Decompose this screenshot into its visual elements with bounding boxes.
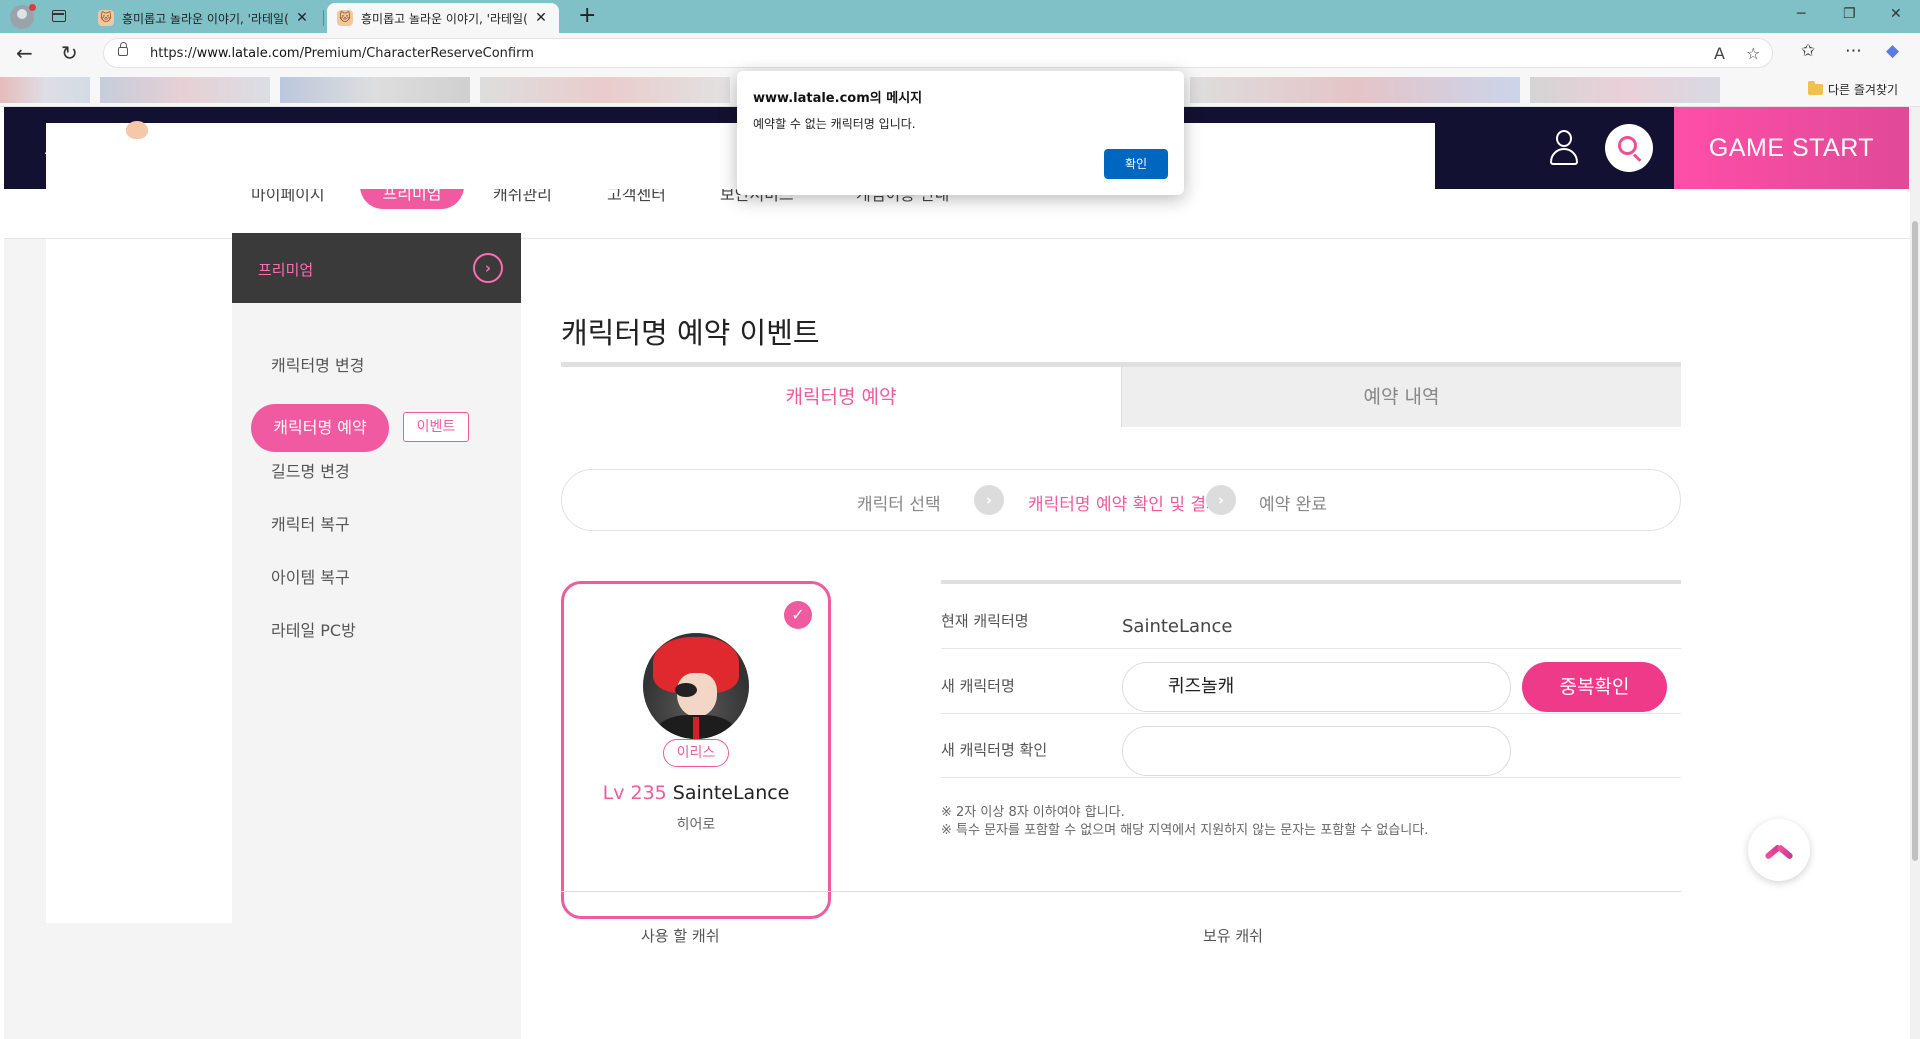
alert-dialog: www.latale.com의 메시지 예약할 수 없는 캐릭터명 입니다. 확… <box>737 71 1184 195</box>
note-length: ※ 2자 이상 8자 이하여야 합니다. <box>941 805 1125 820</box>
lock-icon[interactable] <box>118 42 128 56</box>
own-cash-label: 보유 캐쉬 <box>1203 927 1263 945</box>
tab-separator <box>323 10 324 26</box>
user-icon[interactable] <box>1547 129 1581 167</box>
vertical-tabs-icon[interactable] <box>52 10 66 22</box>
new-name-label: 새 캐릭터명 <box>941 677 1015 695</box>
cat-mascot-icon <box>126 121 148 139</box>
lnb-item-pc-bang[interactable]: 라테일 PC방 <box>271 617 356 641</box>
tab-title: 흥미롭고 놀라운 이야기, '라테일( <box>122 11 289 26</box>
page-viewport: LaTale ONLINE 정보 업데이트 GAME START 마이페이지 프… <box>0 107 1920 1039</box>
blurred-bookmarks <box>100 77 270 103</box>
favorites-icon[interactable]: ✩ <box>1801 41 1815 61</box>
tab-favicon-icon: 🐱 <box>98 10 114 26</box>
row-divider <box>941 713 1681 714</box>
lnb-item-item-restore[interactable]: 아이템 복구 <box>271 564 350 588</box>
tab-reserve[interactable]: 캐릭터명 예약 <box>561 367 1121 427</box>
sub-navigation: 마이페이지 프리미엄 캐쉬관리 고객센터 보안서비스 게임이용 안내 <box>4 189 1910 239</box>
restore-icon[interactable]: ❐ <box>1843 6 1856 22</box>
gnb-update[interactable]: 업데이트 <box>582 135 656 164</box>
subnav-support[interactable]: 고객센터 <box>607 189 666 205</box>
folder-label: 다른 즐겨찾기 <box>1828 83 1899 97</box>
browser-tab-1[interactable]: 🐱 흥미롭고 놀라운 이야기, '라테일( ✕ <box>88 3 320 33</box>
blurred-bookmarks <box>480 77 730 103</box>
page-scrollbar[interactable] <box>1910 107 1920 1039</box>
use-cash-label: 사용 할 캐쉬 <box>641 927 720 945</box>
confirm-name-label: 새 캐릭터명 확인 <box>941 741 1048 759</box>
step-complete: 예약 완료 <box>1259 495 1327 515</box>
blurred-bookmarks <box>1530 77 1720 103</box>
lnb-item-rename[interactable]: 캐릭터명 변경 <box>271 352 364 376</box>
copilot-icon[interactable]: ◆ <box>1886 41 1899 61</box>
read-aloud-icon[interactable]: A <box>1714 44 1725 63</box>
url-text: https://www.latale.com/Premium/Character… <box>150 46 534 61</box>
dialog-ok-button[interactable]: 확인 <box>1104 149 1168 179</box>
browser-tab-2-active[interactable]: 🐱 흥미롭고 놀라운 이야기, '라테일( ✕ <box>327 3 559 33</box>
event-badge: 이벤트 <box>403 412 469 442</box>
chevron-right-icon: › <box>473 253 503 283</box>
dialog-title: www.latale.com의 메시지 <box>753 91 923 106</box>
game-start-button[interactable]: GAME START <box>1674 107 1909 189</box>
check-icon: ✓ <box>784 601 812 629</box>
lnb-header[interactable]: 프리미엄 › <box>232 233 521 303</box>
tab-close-icon[interactable]: ✕ <box>533 10 549 26</box>
character-name: Lv 235 SainteLance <box>602 782 790 804</box>
lnb-item-guild-rename[interactable]: 길드명 변경 <box>271 458 350 482</box>
more-icon[interactable]: ⋯ <box>1845 41 1862 61</box>
favorite-star-icon[interactable]: ☆ <box>1746 44 1760 63</box>
scrollbar-thumb[interactable] <box>1912 221 1918 861</box>
notification-dot <box>29 4 36 11</box>
lnb-item-reserve[interactable]: 캐릭터명 예약 <box>251 404 389 452</box>
page-title: 캐릭터명 예약 이벤트 <box>561 316 820 350</box>
url-field[interactable]: https://www.latale.com/Premium/Character… <box>103 38 1773 68</box>
new-tab-icon[interactable]: + <box>578 4 596 28</box>
minimize-icon[interactable]: ─ <box>1797 6 1805 22</box>
tab-close-icon[interactable]: ✕ <box>294 10 310 26</box>
back-icon[interactable]: ← <box>16 41 33 65</box>
job-tag: 이리스 <box>663 739 729 767</box>
section-divider <box>561 891 1681 892</box>
subnav-cash[interactable]: 캐쉬관리 <box>493 189 552 205</box>
new-name-input[interactable]: 퀴즈놀캐 <box>1122 662 1511 712</box>
blurred-bookmarks <box>0 77 90 103</box>
step-select: 캐릭터 선택 <box>857 495 941 515</box>
duplicate-check-button[interactable]: 중복확인 <box>1522 662 1667 712</box>
refresh-icon[interactable]: ↻ <box>61 41 78 65</box>
current-name-value: SainteLance <box>1122 616 1233 637</box>
blurred-bookmarks <box>280 77 470 103</box>
chevron-up-icon <box>1765 843 1793 859</box>
step-arrow-icon: › <box>974 485 1004 515</box>
gnb-info[interactable]: 정보 <box>449 135 486 164</box>
row-divider <box>941 777 1681 778</box>
tab-history[interactable]: 예약 내역 <box>1121 367 1681 427</box>
browser-tab-bar: 🐱 흥미롭고 놀라운 이야기, '라테일( ✕ 🐱 흥미롭고 놀라운 이야기, … <box>0 0 1920 33</box>
folder-icon <box>1808 81 1823 95</box>
lnb-item-char-restore[interactable]: 캐릭터 복구 <box>271 511 350 535</box>
dialog-message: 예약할 수 없는 캐릭터명 입니다. <box>753 117 916 131</box>
character-avatar <box>643 633 749 739</box>
confirm-name-input[interactable] <box>1122 726 1511 776</box>
note-special-chars: ※ 특수 문자를 포함할 수 없으며 해당 지역에서 지원하지 않는 문자는 포… <box>941 823 1429 838</box>
window-close-icon[interactable]: ✕ <box>1890 6 1902 22</box>
subnav-premium[interactable]: 프리미엄 <box>360 189 464 209</box>
subnav-mypage[interactable]: 마이페이지 <box>251 189 325 205</box>
tab-favicon-icon: 🐱 <box>337 10 353 26</box>
tab-title: 흥미롭고 놀라운 이야기, '라테일( <box>361 11 528 26</box>
blurred-bookmarks <box>1190 77 1520 103</box>
address-bar: ← ↻ https://www.latale.com/Premium/Chara… <box>0 33 1920 73</box>
search-icon[interactable] <box>1605 124 1653 172</box>
character-class: 히어로 <box>676 817 716 833</box>
scroll-top-button[interactable] <box>1748 819 1810 881</box>
step-confirm: 캐릭터명 예약 확인 및 결제 <box>1028 495 1222 515</box>
profile-avatar-icon[interactable] <box>10 4 36 29</box>
form-top-line <box>941 580 1681 584</box>
latale-logo[interactable]: LaTale ONLINE <box>46 121 1435 923</box>
current-name-label: 현재 캐릭터명 <box>941 612 1029 630</box>
progress-steps: 캐릭터 선택 › 캐릭터명 예약 확인 및 결제 › 예약 완료 <box>561 469 1681 531</box>
other-favorites-folder[interactable]: 다른 즐겨찾기 <box>1808 81 1898 98</box>
row-divider <box>941 648 1681 649</box>
step-arrow-icon: › <box>1206 485 1236 515</box>
